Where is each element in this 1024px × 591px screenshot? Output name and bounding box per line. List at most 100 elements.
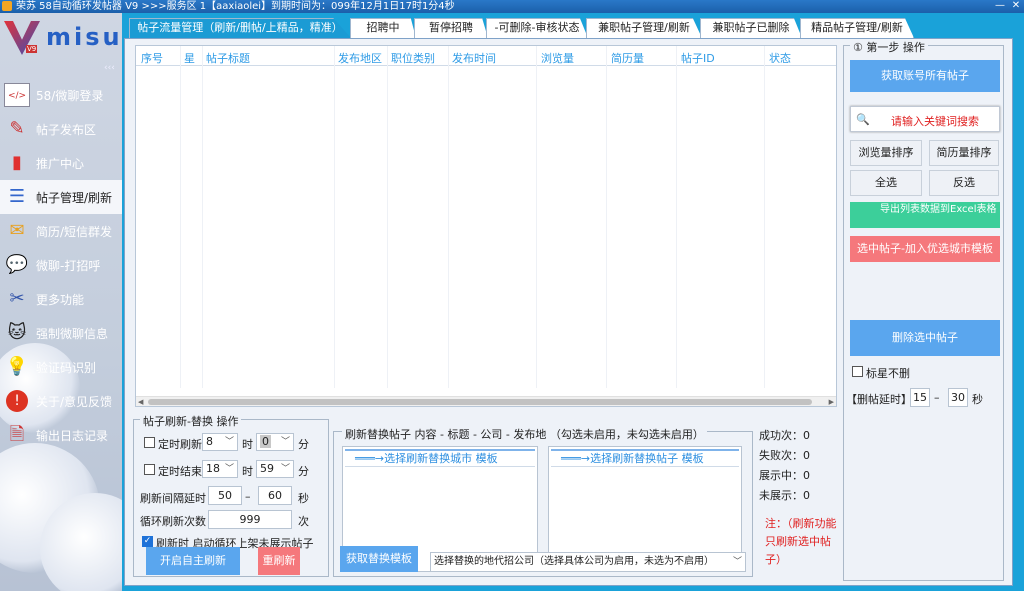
select-all-button[interactable]: 全选 <box>850 170 922 196</box>
post-template-header: ═══→选择刷新替换帖子 模板 <box>551 449 739 467</box>
timed-refresh-checkbox[interactable] <box>144 437 155 448</box>
interval-dash: – <box>245 490 251 503</box>
chevron-down-icon: ﹀ <box>224 464 234 474</box>
col-star[interactable]: 星 <box>184 50 195 66</box>
start-hour-select[interactable]: 8 ﹀ <box>202 433 238 451</box>
col-index[interactable]: 序号 <box>141 50 163 66</box>
window-title: 荣苏 58自动循环发帖器 V9 >>>服务区 1【aaxiaolei】到期时间为… <box>16 1 455 12</box>
minute-unit: 分 <box>298 438 309 451</box>
seconds-unit: 秒 <box>298 492 309 505</box>
sidebar-item-label: 验证码识别 <box>36 361 97 375</box>
sidebar-item-manage[interactable]: ☰ 帖子管理/刷新 <box>0 180 122 214</box>
star-keep-checkbox[interactable] <box>852 366 863 377</box>
start-refresh-button[interactable]: 开启自主刷新 <box>146 547 240 575</box>
col-region[interactable]: 发布地区 <box>338 50 382 66</box>
re-refresh-button[interactable]: 重刷新 <box>258 547 300 575</box>
col-time[interactable]: 发布时间 <box>452 50 496 66</box>
scroll-right-icon[interactable]: ▶ <box>829 397 834 407</box>
scroll-thumb[interactable] <box>148 399 812 405</box>
fail-count: 失败次：0 <box>759 449 810 462</box>
loop-count-input[interactable]: 999 <box>208 510 292 529</box>
horizontal-scrollbar[interactable]: ◀ ▶ <box>136 396 836 406</box>
sidebar-item-feedback[interactable]: ! 关于/意见反馈 <box>0 384 122 418</box>
loop-relist-checkbox[interactable]: ✓ <box>142 536 153 547</box>
post-table[interactable]: 序号 星 帖子标题 发布地区 职位类别 发布时间 浏览量 简历量 帖子ID 状态… <box>135 45 837 407</box>
main-panel: 序号 星 帖子标题 发布地区 职位类别 发布时间 浏览量 简历量 帖子ID 状态… <box>124 38 1013 586</box>
collapse-sidebar-icon[interactable]: ‹‹‹ <box>104 63 115 73</box>
tab-parttime-manage[interactable]: 兼职帖子管理/刷新 <box>586 18 702 38</box>
sidebar-item-greet[interactable]: 💬 微聊-打招呼 <box>0 248 122 282</box>
cat-icon: 🐱 <box>7 322 27 343</box>
delete-delay-label: 【删帖延时】 <box>846 393 912 406</box>
step-one-title: ① 第一步 操作 <box>850 39 928 55</box>
sidebar-item-log[interactable]: 🗎 输出日志记录 <box>0 418 122 452</box>
interval-from-input[interactable]: 50 <box>208 486 242 505</box>
close-button[interactable]: ✕ <box>1008 0 1024 13</box>
sidebar-item-label: 更多功能 <box>36 293 85 307</box>
delete-selected-button[interactable]: 删除选中帖子 <box>850 320 1000 356</box>
timed-refresh-label: 定时刷新 <box>158 438 202 451</box>
list-icon: ☰ <box>8 186 26 207</box>
delete-delay-from-input[interactable]: 15 <box>910 388 930 407</box>
refresh-group-title: 帖子刷新-替换 操作 <box>140 413 242 429</box>
code-icon: </> <box>4 83 30 107</box>
add-to-template-button[interactable]: 选中帖子-加入优选城市模板 <box>850 236 1000 262</box>
minute-unit: 分 <box>298 465 309 478</box>
sidebar-item-label: 关于/意见反馈 <box>36 395 113 409</box>
delete-delay-to-input[interactable]: 30 <box>948 388 968 407</box>
tab-paused[interactable]: 暂停招聘 <box>414 18 488 38</box>
not-showing-count: 未展示：0 <box>759 489 810 502</box>
invert-selection-button[interactable]: 反选 <box>929 170 999 196</box>
get-all-posts-button[interactable]: 获取账号所有帖子 <box>850 60 1000 92</box>
replace-group-title: 刷新替换帖子 内容 - 标题 - 公司 - 发布地 （勾选未启用，未勾选未启用） <box>342 426 707 442</box>
col-views[interactable]: 浏览量 <box>541 50 574 66</box>
logo-text: misu <box>46 23 122 51</box>
end-minute-select[interactable]: 59 ﹀ <box>256 460 294 478</box>
sidebar-item-resume-sms[interactable]: ✉ 简历/短信群发 <box>0 214 122 248</box>
col-category[interactable]: 职位类别 <box>391 50 435 66</box>
timed-end-checkbox[interactable] <box>144 464 155 475</box>
tab-hiring[interactable]: 招聘中 <box>350 18 416 38</box>
window-titlebar: 荣苏 58自动循环发帖器 V9 >>>服务区 1【aaxiaolei】到期时间为… <box>0 0 1024 13</box>
table-header: 序号 星 帖子标题 发布地区 职位类别 发布时间 浏览量 简历量 帖子ID 状态 <box>136 46 836 66</box>
interval-to-input[interactable]: 60 <box>258 486 292 505</box>
chat-icon: 💬 <box>5 254 29 275</box>
sidebar-item-label: 强制微聊信息 <box>36 327 109 341</box>
end-hour-select[interactable]: 18 ﹀ <box>202 460 238 478</box>
sidebar-item-label: 微聊-打招呼 <box>36 259 101 273</box>
sidebar-item-label: 帖子管理/刷新 <box>36 191 113 205</box>
sidebar-item-more[interactable]: ✂ 更多功能 <box>0 282 122 316</box>
get-template-button[interactable]: 获取替换模板 <box>340 546 418 572</box>
app-icon <box>2 1 12 11</box>
tab-traffic-manage[interactable]: 帖子流量管理（刷新/删帖/上精品，精准） <box>129 18 351 38</box>
keyword-search-input[interactable]: 🔍 请输入关键词搜索 <box>850 106 1000 132</box>
refresh-replace-group: 帖子刷新-替换 操作 定时刷新 8 ﹀ 时 0 ﹀ 分 定时结束 18 ﹀ 时 59 ﹀… <box>133 413 329 577</box>
scroll-left-icon[interactable]: ◀ <box>138 397 143 407</box>
export-excel-button[interactable]: 导出列表数据到Excel表格 <box>850 202 1000 228</box>
tab-parttime-deleted[interactable]: 兼职帖子已删除 <box>700 18 802 38</box>
sidebar-item-captcha[interactable]: 💡 验证码识别 <box>0 350 122 384</box>
version-badge: V9 <box>26 45 38 53</box>
sidebar-item-label: 简历/短信群发 <box>36 225 113 239</box>
sidebar-item-post[interactable]: ✎ 帖子发布区 <box>0 112 122 146</box>
sort-views-button[interactable]: 浏览量排序 <box>850 140 922 166</box>
minimize-button[interactable]: — <box>992 0 1008 13</box>
search-icon: 🔍 <box>856 113 870 126</box>
sidebar-item-login[interactable]: </> 58/微聊登录 <box>0 78 122 112</box>
col-post-id[interactable]: 帖子ID <box>681 50 715 66</box>
col-resumes[interactable]: 简历量 <box>611 50 644 66</box>
col-title[interactable]: 帖子标题 <box>206 50 250 66</box>
step-one-panel: ① 第一步 操作 获取账号所有帖子 🔍 请输入关键词搜索 浏览量排序 简历量排序… <box>843 39 1004 581</box>
tab-bar: 帖子流量管理（刷新/删帖/上精品，精准） 招聘中 暂停招聘 -可删除-审核状态 … <box>124 18 1024 38</box>
tab-premium-manage[interactable]: 精品帖子管理/刷新 <box>800 18 914 38</box>
sort-resumes-button[interactable]: 简历量排序 <box>929 140 999 166</box>
chevron-down-icon: ﹀ <box>280 464 290 474</box>
col-status[interactable]: 状态 <box>769 50 791 66</box>
delay-unit: 秒 <box>972 393 983 406</box>
sidebar-item-promo[interactable]: ▮ 推广中心 <box>0 146 122 180</box>
start-minute-select[interactable]: 0 ﹀ <box>256 433 294 451</box>
company-select[interactable]: 选择替换的地代招公司（选择具体公司为启用，未选为不启用） ﹀ <box>430 552 746 572</box>
sidebar-item-force-chat[interactable]: 🐱 强制微聊信息 <box>0 316 122 350</box>
sidebar-item-label: 推广中心 <box>36 157 85 171</box>
tab-deletable-review[interactable]: -可删除-审核状态 <box>486 18 588 38</box>
